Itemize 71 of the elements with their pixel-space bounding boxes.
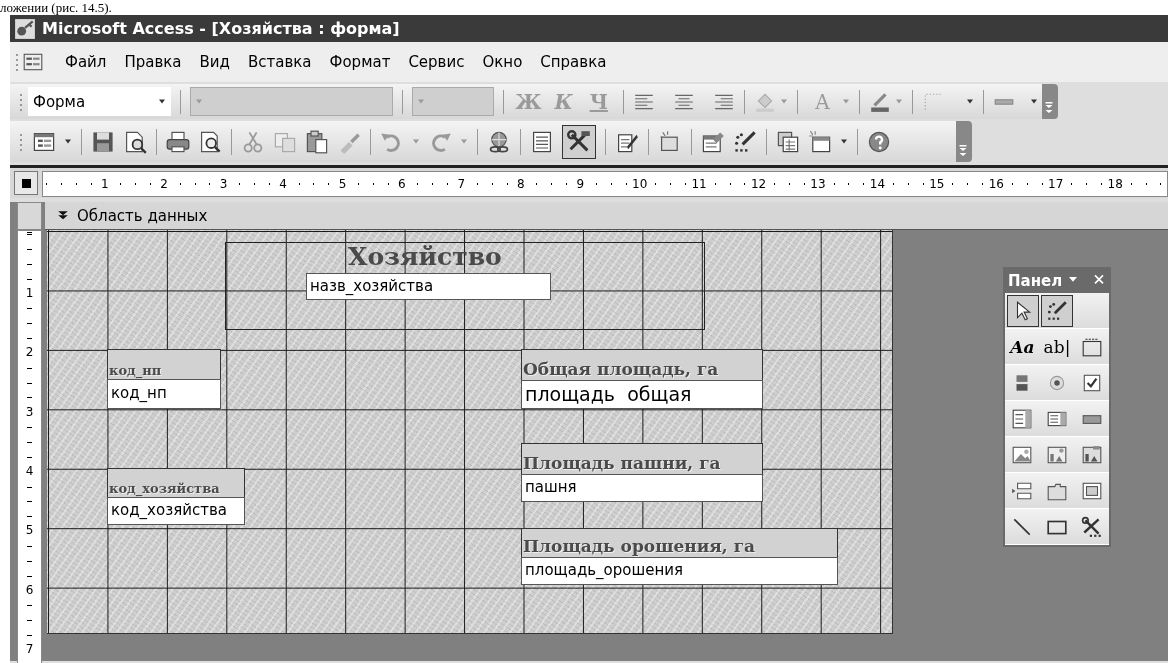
hammer-wrench-icon [567, 129, 591, 154]
menu-item[interactable]: Справка [531, 49, 616, 75]
text-field[interactable]: код_нп [107, 379, 221, 409]
ruler-number: 5 [336, 177, 349, 191]
menu-item[interactable]: Файл [56, 49, 116, 75]
label-tool[interactable]: Aa [1006, 330, 1039, 363]
ruler-number: 17 [1046, 177, 1066, 191]
print-icon[interactable] [166, 129, 190, 154]
section-title: Область данных [77, 206, 208, 225]
field-caption: Площадь пашни, га [521, 443, 763, 474]
ruler-number: 11 [689, 177, 709, 191]
wand-button[interactable] [1041, 294, 1073, 327]
section-header[interactable]: Область данных [45, 202, 1168, 230]
ruler-number: 15 [927, 177, 947, 191]
field-caption: код_нп [107, 349, 221, 379]
database-window-icon[interactable] [776, 129, 800, 154]
text-field[interactable]: пашня [521, 474, 763, 502]
menu-item[interactable]: Вид [190, 49, 239, 75]
select-form-button[interactable] [14, 171, 38, 195]
window-title: Microsoft Access - [Хозяйства : форма] [42, 19, 400, 38]
field-caption: код_хозяйства [107, 468, 245, 497]
caret-icon[interactable] [965, 99, 974, 104]
toolbox-button[interactable] [562, 124, 596, 159]
ruler-number: 2 [158, 177, 170, 191]
toolbox-title: Панел [1008, 272, 1063, 290]
builder-wand-icon[interactable] [733, 129, 757, 154]
caret-icon[interactable] [64, 139, 72, 144]
menu-item[interactable]: Правка [115, 49, 191, 75]
object-combo-box[interactable]: Форма [28, 87, 171, 116]
brush-icon[interactable] [868, 90, 891, 113]
print-preview-icon[interactable] [198, 129, 222, 154]
text-field[interactable]: назв_хозяйства [306, 273, 551, 300]
paste-icon[interactable] [305, 129, 329, 154]
bound-object-frame-icon[interactable] [1080, 443, 1103, 466]
caret-icon [157, 99, 166, 104]
new-object-icon[interactable] [808, 129, 832, 154]
caret-icon[interactable] [1030, 99, 1039, 104]
help-icon[interactable] [867, 129, 891, 154]
more-controls-icon[interactable] [1080, 515, 1103, 538]
field-list-icon[interactable] [530, 129, 554, 154]
menu-item[interactable]: Сервис [399, 49, 474, 75]
menu-item[interactable]: Вставка [238, 49, 321, 75]
text-field[interactable]: площадь_орошения [521, 557, 838, 585]
ruler-number: 18 [1105, 177, 1125, 191]
globe-link-icon[interactable] [487, 129, 511, 154]
menu-item[interactable]: Формат [320, 49, 400, 75]
ruler-number: 7 [455, 177, 468, 191]
pointer-button[interactable] [1007, 294, 1039, 327]
textbox-tool[interactable]: ab| [1041, 330, 1073, 363]
ruler-number: 8 [514, 177, 527, 191]
ruler-number: 13 [808, 177, 828, 191]
toolbar-grip[interactable] [14, 51, 20, 73]
caret-icon[interactable] [840, 139, 848, 144]
combo-box-icon[interactable] [1011, 407, 1034, 430]
ruler-number: 6 [396, 177, 408, 191]
text-field[interactable]: площадь общая [521, 380, 763, 409]
file-search-icon[interactable] [123, 129, 147, 154]
caret-icon [194, 99, 203, 104]
menu-item[interactable]: Окно [473, 49, 532, 75]
ruler-number: 4 [277, 177, 289, 191]
wand-icon [1046, 299, 1068, 322]
key-icon [14, 17, 36, 40]
caption-text: ложении (рис. 14.5). [0, 0, 112, 15]
ruler-number: 3 [217, 177, 230, 191]
ruler-number: 9 [574, 177, 587, 191]
field-caption: Общая площадь, га [521, 349, 763, 380]
ruler-number: 10 [630, 177, 650, 191]
text-field[interactable]: код_хозяйства [107, 497, 245, 525]
save-icon[interactable] [91, 129, 115, 154]
field-caption: Площадь орошения, га [521, 528, 838, 557]
caret-icon [416, 99, 425, 104]
